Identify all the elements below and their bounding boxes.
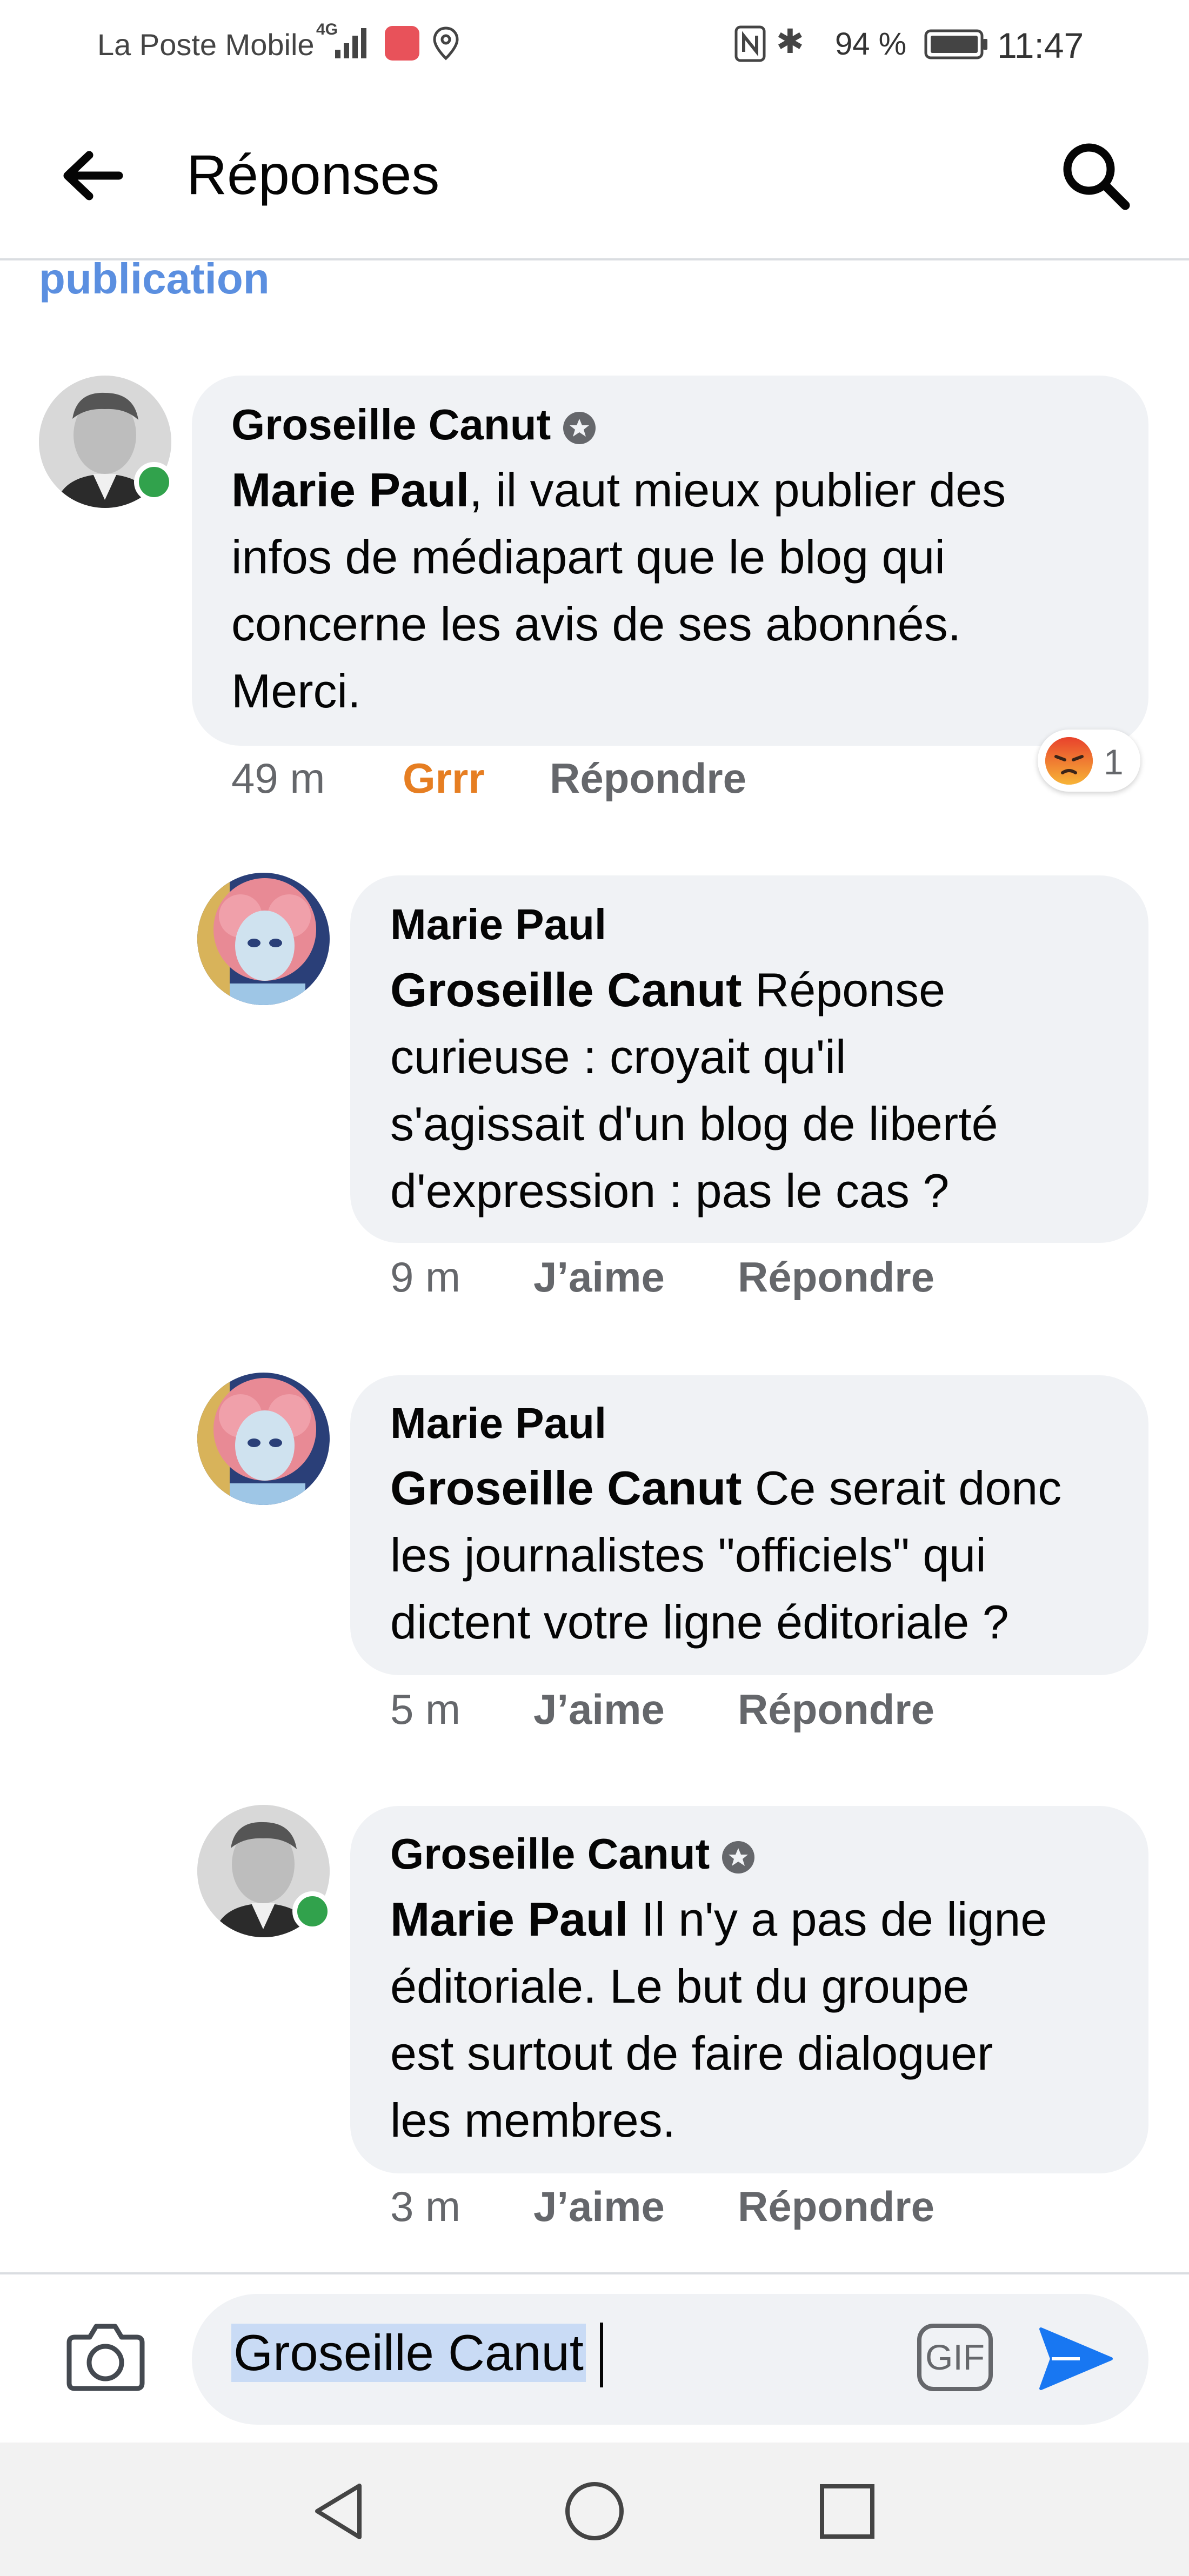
comment-line: les journalistes "officiels" qui <box>390 1528 986 1582</box>
online-indicator <box>292 1891 332 1931</box>
gif-button[interactable]: GIF <box>917 2324 993 2391</box>
comment-line: les membres. <box>390 2093 676 2147</box>
mention[interactable]: Groseille Canut <box>390 1461 742 1515</box>
comment-line: est surtout de faire dialoguer <box>390 2026 993 2080</box>
reaction-count: 1 <box>1104 742 1124 782</box>
author-name: Groseille Canut <box>390 1830 710 1878</box>
comment-line: s'agissait d'un blog de liberté <box>390 1097 998 1150</box>
page-title: Réponses <box>186 144 440 206</box>
comment-time: 9 m <box>390 1253 461 1301</box>
clock: 11:47 <box>997 25 1084 65</box>
carrier-name: La Poste Mobile <box>97 28 315 62</box>
reply-button[interactable]: Répondre <box>738 2182 934 2231</box>
comment-meta: 49 m <box>231 754 325 803</box>
like-button[interactable]: J’aime <box>533 2182 665 2231</box>
search-icon[interactable] <box>1059 139 1132 212</box>
app-header <box>0 100 1189 259</box>
comment-time: 3 m <box>390 2183 461 2230</box>
comment-author[interactable]: Marie Paul <box>390 900 606 949</box>
avatar-illustration <box>197 1373 330 1505</box>
bluetooth-icon: ✱ <box>776 22 804 61</box>
comment-line: éditoriale. Le but du groupe <box>390 1959 970 2013</box>
text-caret <box>600 2323 603 2387</box>
arrow-left-icon[interactable] <box>59 149 127 203</box>
comment-time: 5 m <box>390 1685 461 1733</box>
reply-button[interactable]: Répondre <box>738 1685 934 1734</box>
comment-line: Merci. <box>231 664 361 718</box>
view-publication-link[interactable]: publication <box>39 254 270 304</box>
comment-meta: 5 m <box>390 1685 460 1734</box>
comment-line: d'expression : pas le cas ? <box>390 1164 950 1217</box>
online-indicator <box>134 462 174 502</box>
comment-meta: 3 m <box>390 2182 460 2231</box>
comment-line: Il n'y a pas de ligne <box>628 1892 1047 1946</box>
nav-recents-icon[interactable] <box>819 2483 876 2540</box>
comment-author[interactable]: Groseille Canut <box>231 400 598 450</box>
comment-line: Ce serait donc <box>742 1461 1062 1515</box>
like-button[interactable]: J’aime <box>533 1253 665 1302</box>
avatar[interactable] <box>197 873 330 1005</box>
like-button[interactable]: J’aime <box>533 1685 665 1734</box>
comment-line: Réponse <box>742 963 946 1016</box>
comment-meta: 9 m <box>390 1253 460 1302</box>
reply-button[interactable]: Répondre <box>738 1253 934 1302</box>
comment-author[interactable]: Groseille Canut <box>390 1829 757 1879</box>
nfc-icon <box>734 25 766 62</box>
comment-text: Groseille Canut Réponse curieuse : croya… <box>390 956 1136 1225</box>
comment-line: infos de médiapart que le blog qui <box>231 530 945 584</box>
avatar[interactable] <box>197 1373 330 1505</box>
reply-button[interactable]: Répondre <box>550 754 746 803</box>
author-name: Groseille Canut <box>231 400 551 449</box>
reaction-count-pill[interactable]: 1 <box>1038 730 1140 792</box>
nav-home-icon[interactable] <box>564 2480 626 2542</box>
verified-badge-icon <box>563 411 596 444</box>
signal-icon <box>335 28 366 58</box>
reaction-label[interactable]: Grrr <box>403 754 485 803</box>
comment-author[interactable]: Marie Paul <box>390 1399 606 1448</box>
comment-text: Marie Paul Il n'y a pas de ligne éditori… <box>390 1886 1136 2154</box>
mention[interactable]: Marie Paul <box>231 463 469 517</box>
location-icon <box>433 26 459 61</box>
camera-icon[interactable] <box>64 2318 148 2394</box>
comment-time: 49 m <box>231 754 325 802</box>
nav-back-icon[interactable] <box>311 2480 368 2542</box>
battery-icon <box>924 29 987 59</box>
verified-badge-icon <box>722 1841 755 1874</box>
comment-line: dictent votre ligne éditoriale ? <box>390 1595 1009 1649</box>
send-icon[interactable] <box>1037 2324 1115 2394</box>
comment-line: curieuse : croyait qu'il <box>390 1030 846 1083</box>
comment-text: Groseille Canut Ce serait donc les journ… <box>390 1455 1136 1656</box>
huawei-app-icon <box>385 26 419 61</box>
comment-line: , il vaut mieux publier des <box>469 463 1006 517</box>
mention[interactable]: Marie Paul <box>390 1892 628 1946</box>
mention[interactable]: Groseille Canut <box>390 963 742 1016</box>
avatar-illustration <box>197 873 330 1005</box>
comment-line: concerne les avis de ses abonnés. <box>231 597 961 651</box>
battery-percent: 94 % <box>835 26 907 62</box>
angry-face-icon <box>1045 737 1093 785</box>
comment-text: Marie Paul, il vaut mieux publier des in… <box>231 457 1128 725</box>
comment-input-value: Groseille Canut <box>231 2324 586 2382</box>
